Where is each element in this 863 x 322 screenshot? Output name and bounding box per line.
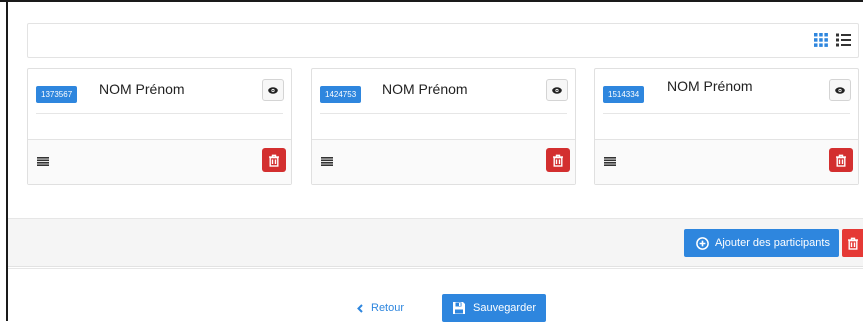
plus-circle-icon: [696, 236, 709, 250]
participant-card: 1424753 NOM Prénom: [311, 68, 576, 185]
eye-icon: [268, 86, 278, 94]
drag-handle-icon[interactable]: [37, 157, 49, 166]
card-divider: [320, 113, 567, 114]
save-button[interactable]: Sauvegarder: [442, 294, 546, 322]
card-footer: [28, 139, 291, 184]
card-footer: [312, 139, 575, 184]
form-footer: [8, 268, 863, 322]
view-participant-button[interactable]: [262, 79, 284, 101]
trash-icon: [836, 154, 846, 167]
chevron-left-icon: [357, 303, 363, 313]
eye-icon: [552, 86, 562, 94]
view-participant-button[interactable]: [829, 79, 851, 101]
card-divider: [603, 113, 850, 114]
grid-view-icon[interactable]: [814, 33, 828, 47]
eye-icon: [835, 86, 845, 94]
floppy-disk-icon: [453, 302, 465, 314]
view-toolbar: [27, 23, 859, 58]
save-label: Sauvegarder: [473, 302, 536, 314]
card-footer: [595, 139, 858, 184]
delete-participant-button[interactable]: [262, 148, 286, 172]
add-participants-label: Ajouter des participants: [715, 237, 830, 249]
drag-handle-icon[interactable]: [321, 157, 333, 166]
participant-name: NOM Prénom: [667, 78, 753, 94]
back-label: Retour: [371, 302, 405, 314]
participant-card: 1373567 NOM Prénom: [27, 68, 292, 185]
participant-id-badge: 1514334: [603, 86, 645, 103]
window-frame-top: [0, 0, 863, 2]
add-participants-button[interactable]: Ajouter des participants: [684, 229, 839, 257]
trash-icon: [848, 237, 858, 250]
drag-handle-icon[interactable]: [604, 157, 616, 166]
participant-name: NOM Prénom: [382, 81, 468, 97]
back-link[interactable]: Retour: [357, 302, 404, 314]
delete-participant-button[interactable]: [829, 148, 853, 172]
delete-participant-button[interactable]: [546, 148, 570, 172]
view-participant-button[interactable]: [546, 79, 568, 101]
participant-name: NOM Prénom: [99, 81, 185, 97]
trash-icon: [269, 154, 279, 167]
participant-id-badge: 1424753: [320, 86, 362, 103]
trash-icon: [553, 154, 563, 167]
card-divider: [36, 113, 283, 114]
delete-all-button[interactable]: [842, 229, 863, 257]
participant-id-badge: 1373567: [36, 86, 78, 103]
list-view-icon[interactable]: [836, 33, 851, 47]
participant-card: 1514334 NOM Prénom: [594, 68, 859, 185]
